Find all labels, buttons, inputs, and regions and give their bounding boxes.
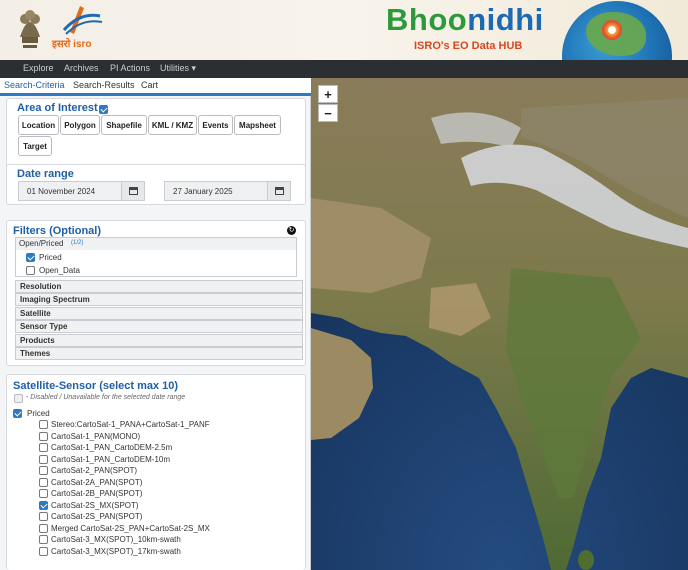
sensor-label-5: CartoSat-2A_PAN(SPOT) xyxy=(51,478,143,487)
target-button[interactable]: Target xyxy=(18,136,52,156)
reset-filters-icon[interactable]: ↻ xyxy=(287,226,296,235)
satellite-sensor-title: Satellite-Sensor (select max 10) xyxy=(13,380,179,392)
sensor-checkbox-8[interactable] xyxy=(39,512,48,521)
disabled-note: - Disabled / Unavailable for the selecte… xyxy=(26,394,186,401)
sensor-label-1: CartoSat-1_PAN(MONO) xyxy=(51,432,141,441)
sensor-label-0: Stereo:CartoSat-1_PANA+CartoSat-1_PANF xyxy=(51,420,210,429)
filter-resolution[interactable]: Resolution xyxy=(15,280,303,293)
zoom-out-button[interactable]: − xyxy=(318,104,338,122)
zoom-in-button[interactable]: + xyxy=(318,85,338,103)
filter-imaging-spectrum[interactable]: Imaging Spectrum xyxy=(15,293,303,306)
calendar-icon xyxy=(128,187,138,195)
date-range-title: Date range xyxy=(17,168,74,180)
aoi-title: Area of Interest xyxy=(17,102,98,114)
national-emblem-icon xyxy=(20,10,40,48)
sensor-checkbox-11[interactable] xyxy=(39,547,48,556)
filters-title: Filters (Optional) xyxy=(13,225,101,237)
open-priced-label: Open/Priced xyxy=(19,239,64,248)
flower-logo-icon xyxy=(602,20,622,40)
priced-group-checkbox[interactable] xyxy=(13,409,22,418)
brand-subtitle: ISRO's EO Data HUB xyxy=(414,40,523,52)
sensor-checkbox-4[interactable] xyxy=(39,466,48,475)
satellite-sensor-section: Satellite-Sensor (select max 10) - Disab… xyxy=(6,374,306,570)
nav-explore[interactable]: Explore xyxy=(23,63,54,73)
end-date-input[interactable]: 27 January 2025 xyxy=(164,181,268,201)
open-priced-group: Open/Priced (1/2) Priced Open_Data xyxy=(15,237,297,277)
satellite-map-image xyxy=(311,78,688,570)
sensor-checkbox-1[interactable] xyxy=(39,432,48,441)
nav-pi-actions[interactable]: PI Actions xyxy=(110,63,150,73)
search-panel: Search-Criteria Search-Results Cart Area… xyxy=(0,78,311,570)
shapefile-button[interactable]: Shapefile xyxy=(101,115,147,135)
disabled-legend-checkbox xyxy=(14,394,23,403)
date-range-section: Date range 01 November 2024 27 January 2… xyxy=(6,164,306,205)
sensor-label-9: Merged CartoSat-2S_PAN+CartoSat-2S_MX xyxy=(51,524,210,533)
priced-label: Priced xyxy=(39,253,62,262)
priced-checkbox[interactable] xyxy=(26,253,35,262)
sensor-checkbox-0[interactable] xyxy=(39,420,48,429)
kml-kmz-button[interactable]: KML / KMZ xyxy=(148,115,197,135)
sensor-checkbox-9[interactable] xyxy=(39,524,48,533)
polygon-button[interactable]: Polygon xyxy=(60,115,100,135)
sensor-label-8: CartoSat-2S_PAN(SPOT) xyxy=(51,512,143,521)
aoi-checkbox[interactable] xyxy=(99,105,108,114)
sensor-checkbox-10[interactable] xyxy=(39,535,48,544)
open-data-label: Open_Data xyxy=(39,266,80,275)
filter-sensor-type[interactable]: Sensor Type xyxy=(15,320,303,333)
caret-down-icon: ▾ xyxy=(189,63,197,73)
panel-tabs: Search-Criteria Search-Results Cart xyxy=(0,78,311,96)
sensor-label-11: CartoSat-3_MX(SPOT)_17km-swath xyxy=(51,547,181,556)
calendar-icon xyxy=(274,187,284,195)
nav-utilities[interactable]: Utilities ▾ xyxy=(160,63,196,74)
priced-group-label: Priced xyxy=(27,409,50,418)
filter-products[interactable]: Products xyxy=(15,334,303,347)
tab-cart[interactable]: Cart xyxy=(141,80,158,90)
site-header: इसरो isro Bhoonidhi ISRO's EO Data HUB xyxy=(0,0,688,60)
sensor-checkbox-6[interactable] xyxy=(39,489,48,498)
isro-wordmark: इसरो isro xyxy=(52,39,92,50)
sensor-checkbox-3[interactable] xyxy=(39,455,48,464)
brand-title: Bhoonidhi xyxy=(386,2,544,37)
location-button[interactable]: Location xyxy=(18,115,59,135)
tab-search-criteria[interactable]: Search-Criteria xyxy=(4,80,65,90)
filter-themes[interactable]: Themes xyxy=(15,347,303,360)
filters-section: Filters (Optional) ↻ Open/Priced (1/2) P… xyxy=(6,220,306,366)
sensor-label-10: CartoSat-3_MX(SPOT)_10km-swath xyxy=(51,535,181,544)
tab-search-results[interactable]: Search-Results xyxy=(73,80,135,90)
end-date-calendar-button[interactable] xyxy=(267,181,291,201)
sensor-label-3: CartoSat-1_PAN_CartoDEM-10m xyxy=(51,455,171,464)
start-date-calendar-button[interactable] xyxy=(121,181,145,201)
tab-underline xyxy=(0,93,311,96)
open-data-checkbox[interactable] xyxy=(26,266,35,275)
map-viewer[interactable]: + − xyxy=(311,78,688,570)
start-date-input[interactable]: 01 November 2024 xyxy=(18,181,122,201)
top-navbar: Explore Archives PI Actions Utilities ▾ xyxy=(0,60,688,78)
sensor-checkbox-5[interactable] xyxy=(39,478,48,487)
filter-satellite[interactable]: Satellite xyxy=(15,307,303,320)
events-button[interactable]: Events xyxy=(198,115,233,135)
sensor-label-7: CartoSat-2S_MX(SPOT) xyxy=(51,501,139,510)
sensor-label-4: CartoSat-2_PAN(SPOT) xyxy=(51,466,138,475)
sensor-checkbox-7[interactable] xyxy=(39,501,48,510)
sensor-label-6: CartoSat-2B_PAN(SPOT) xyxy=(51,489,143,498)
sensor-label-2: CartoSat-1_PAN_CartoDEM-2.5m xyxy=(51,443,173,452)
mapsheet-button[interactable]: Mapsheet xyxy=(234,115,281,135)
open-priced-count: (1/2) xyxy=(71,240,84,246)
sensor-checkbox-2[interactable] xyxy=(39,443,48,452)
nav-archives[interactable]: Archives xyxy=(64,63,99,73)
